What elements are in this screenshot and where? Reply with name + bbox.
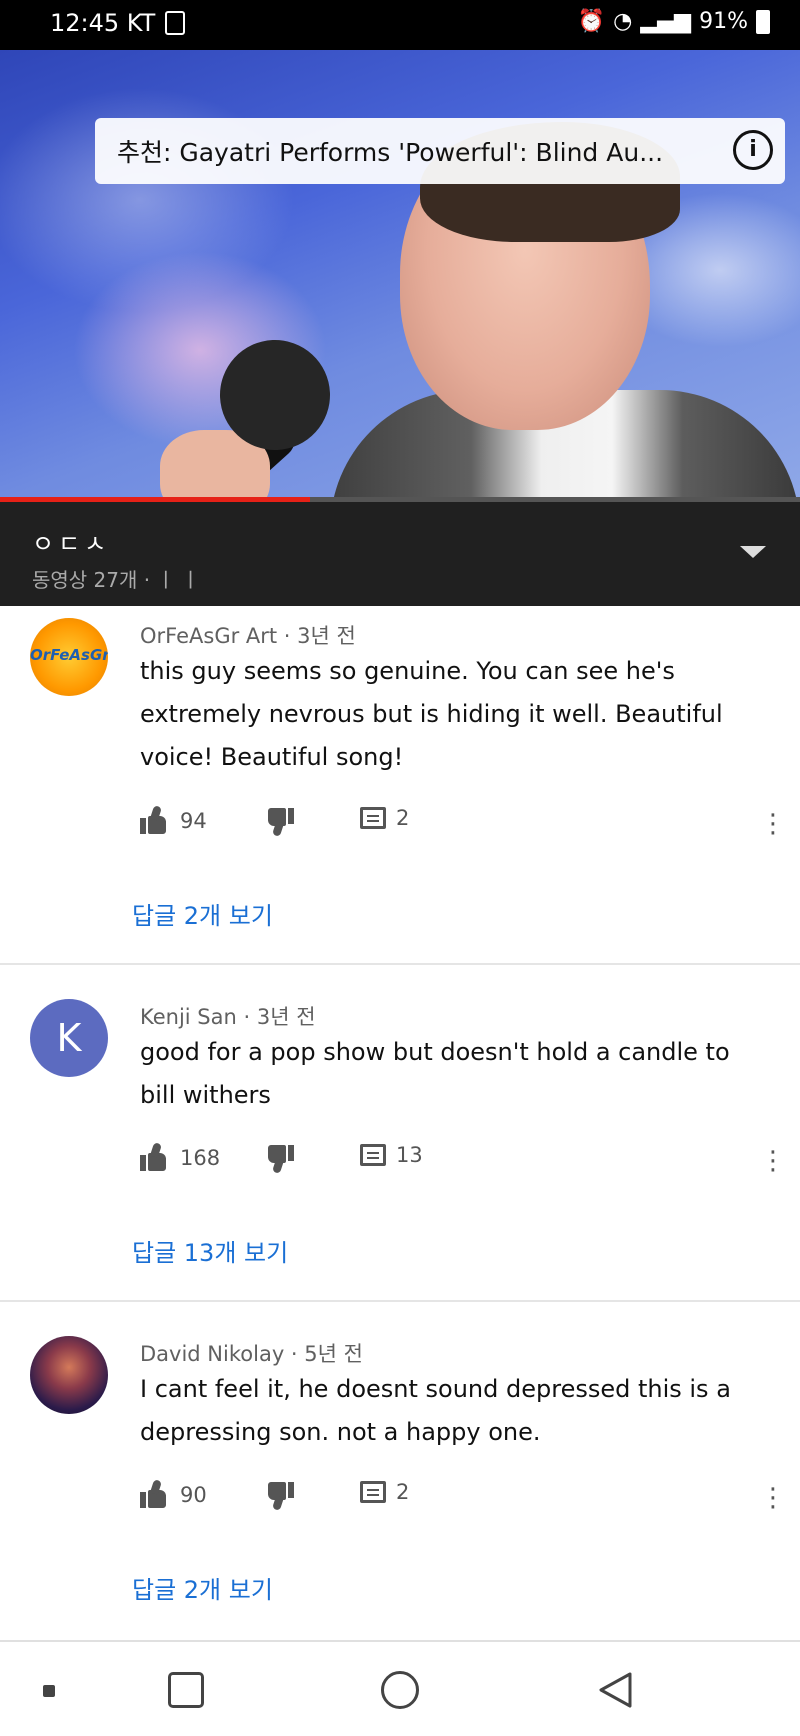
thumbs-up-icon (140, 1142, 170, 1173)
divider (0, 963, 800, 965)
home-icon[interactable] (381, 1671, 419, 1709)
comment-icon (360, 1144, 386, 1166)
back-icon[interactable] (597, 1671, 633, 1709)
alarm-icon: ⏰ (577, 9, 606, 34)
thumbs-up-icon (140, 805, 170, 836)
chevron-down-icon[interactable] (740, 546, 766, 558)
view-replies-link[interactable]: 답글 13개 보기 (132, 1233, 288, 1268)
comment-icon (360, 807, 386, 829)
battery-icon (756, 9, 770, 34)
comment-icon (360, 1481, 386, 1503)
playlist-header[interactable]: ㅇㄷㅅ 동영상 27개 · ㅣ ㅣ (0, 502, 800, 606)
reply-button[interactable]: 13 (360, 1143, 423, 1167)
like-count: 94 (180, 809, 207, 833)
sim-icon (165, 11, 186, 35)
recommendation-banner[interactable]: 추천: Gayatri Performs 'Powerful': Blind A… (95, 118, 785, 184)
reply-button[interactable]: 2 (360, 806, 409, 830)
recent-apps-icon[interactable] (168, 1672, 204, 1708)
comment-meta: David Nikolay · 5년 전 (140, 1342, 363, 1366)
like-button[interactable]: 90 (140, 1479, 207, 1510)
like-count: 168 (180, 1146, 221, 1170)
nav-menu-dot-icon[interactable] (43, 1685, 55, 1697)
comment-actions: 94 2 ⋮ (140, 805, 786, 842)
system-nav-bar (0, 1640, 800, 1736)
comment-meta: OrFeAsGr Art · 3년 전 (140, 624, 356, 648)
comment-text: I cant feel it, he doesnt sound depresse… (140, 1375, 731, 1446)
reply-count: 2 (396, 806, 410, 830)
reply-count: 2 (396, 1480, 410, 1504)
more-options-icon[interactable]: ⋮ (760, 1480, 786, 1516)
signal-icon: ▂▄▆ (640, 9, 692, 34)
thumbs-down-icon (264, 1143, 294, 1174)
status-time: 12:45 KT (50, 9, 156, 37)
status-bar: 12:45 KT ⏰ ◔ ▂▄▆ 91% (0, 0, 800, 50)
thumbs-down-icon (264, 1480, 294, 1511)
comment-actions: 168 13 ⋮ (140, 1142, 786, 1179)
dislike-button[interactable] (264, 1143, 294, 1174)
video-player[interactable]: 추천: Gayatri Performs 'Powerful': Blind A… (0, 50, 800, 500)
comment-meta: Kenji San · 3년 전 (140, 1005, 316, 1029)
divider (0, 1300, 800, 1302)
info-icon[interactable]: i (733, 130, 773, 170)
like-count: 90 (180, 1483, 207, 1507)
avatar[interactable]: K (30, 999, 108, 1077)
comment-text: good for a pop show but doesn't hold a c… (140, 1038, 730, 1109)
battery-percent: 91% (699, 9, 748, 34)
playlist-title: ㅇㄷㅅ (32, 530, 111, 558)
avatar[interactable] (30, 1336, 108, 1414)
thumbs-up-icon (140, 1479, 170, 1510)
avatar-logo-text: OrFeAsGr (30, 646, 108, 664)
avatar[interactable]: OrFeAsGr (30, 618, 108, 696)
view-replies-link[interactable]: 답글 2개 보기 (132, 1570, 273, 1605)
recommendation-text: 추천: Gayatri Performs 'Powerful': Blind A… (117, 138, 664, 167)
comment-text: this guy seems so genuine. You can see h… (140, 657, 723, 771)
dislike-button[interactable] (264, 806, 294, 837)
more-options-icon[interactable]: ⋮ (760, 806, 786, 842)
playlist-subtitle: 동영상 27개 · ㅣ ㅣ (32, 568, 200, 592)
comment-actions: 90 2 ⋮ (140, 1479, 786, 1516)
more-options-icon[interactable]: ⋮ (760, 1143, 786, 1179)
dislike-button[interactable] (264, 1480, 294, 1511)
wifi-icon: ◔ (613, 9, 633, 34)
reply-button[interactable]: 2 (360, 1480, 409, 1504)
thumbs-down-icon (264, 806, 294, 837)
view-replies-link[interactable]: 답글 2개 보기 (132, 896, 273, 931)
reply-count: 13 (396, 1143, 423, 1167)
like-button[interactable]: 168 (140, 1142, 221, 1173)
like-button[interactable]: 94 (140, 805, 207, 836)
